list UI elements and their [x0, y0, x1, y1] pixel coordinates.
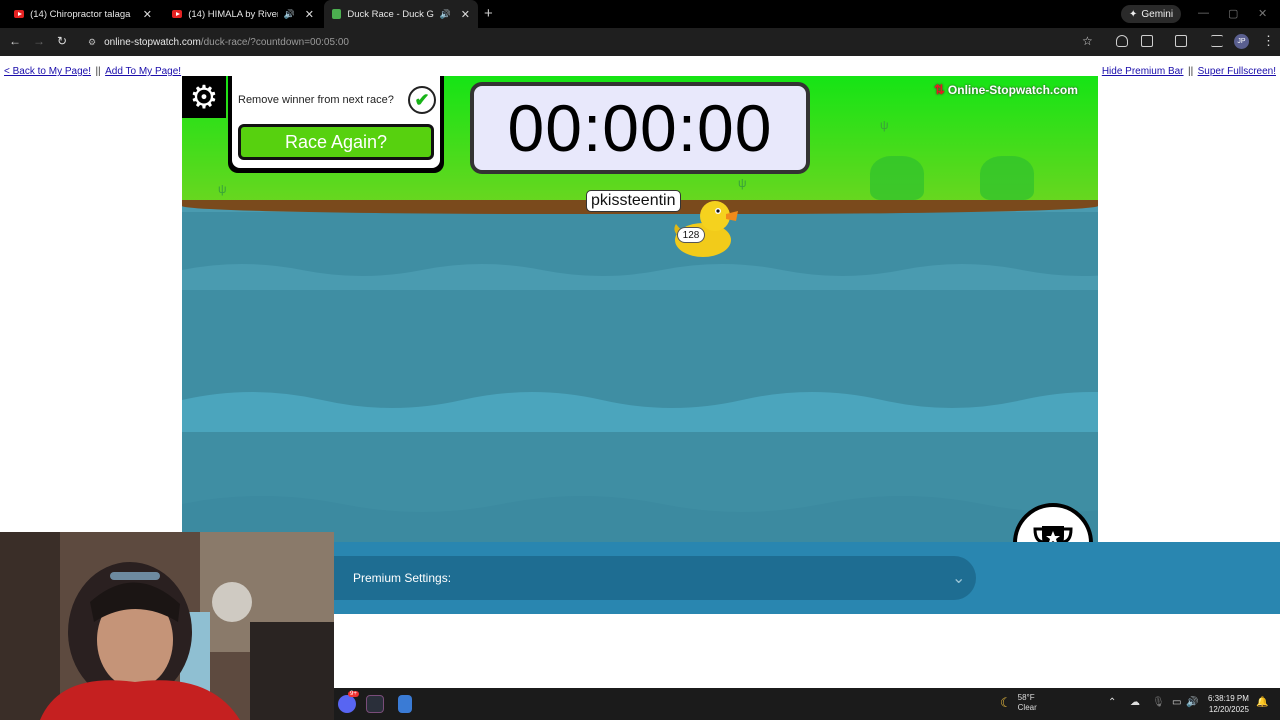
media-icon[interactable] — [1175, 35, 1187, 47]
remove-winner-label: Remove winner from next race? — [238, 94, 394, 106]
top-links-left: < Back to My Page! || Add To My Page! — [4, 61, 181, 79]
reading-list-icon[interactable] — [1211, 35, 1223, 47]
chevron-down-icon[interactable]: ⌄ — [952, 568, 965, 588]
grass-decoration: ψ — [218, 182, 227, 196]
menu-kebab-icon[interactable]: ⋮ — [1262, 33, 1275, 49]
url-path: /duck-race/?countdown=00:05:00 — [200, 37, 349, 48]
super-fullscreen-link[interactable]: Super Fullscreen! — [1198, 66, 1276, 77]
browser-tab-bar: (14) Chiropractor talaga ako bo ✕ (14) H… — [0, 0, 1280, 28]
duck-name-tag: pkissteentin — [586, 190, 681, 212]
webcam-overlay — [0, 532, 334, 720]
tab-duck-race[interactable]: Duck Race - Duck Games 🔊 ✕ — [324, 0, 478, 28]
gemini-button[interactable]: ✦ Gemini — [1121, 5, 1182, 23]
bush-decoration — [870, 156, 924, 200]
speaker-icon[interactable]: 🔊 — [284, 9, 295, 20]
gear-icon: ⚙ — [189, 79, 219, 115]
hide-premium-bar-link[interactable]: Hide Premium Bar — [1102, 66, 1184, 77]
site-favicon-icon — [332, 9, 342, 19]
weather-temp: 58°F — [1017, 693, 1035, 702]
system-clock[interactable]: 6:38:19 PM 12/20/2025 — [1208, 693, 1249, 715]
duck-number-badge: 128 — [677, 227, 705, 243]
tab-title: Duck Race - Duck Games — [347, 8, 434, 20]
sparkle-icon: ✦ — [1129, 8, 1138, 20]
speaker-icon[interactable]: 🔊 — [440, 9, 451, 20]
brand-text: Online-Stopwatch.com — [947, 83, 1078, 97]
network-icon[interactable]: ▭ — [1172, 697, 1181, 708]
link-separator: || — [95, 66, 101, 77]
forward-arrow-icon[interactable]: → — [33, 34, 45, 48]
race-options-inner: Remove winner from next race? ✔ Race Aga… — [232, 76, 440, 168]
wave-band — [182, 392, 1098, 432]
site-info-icon[interactable]: ⚙ — [88, 37, 96, 48]
back-to-my-page-link[interactable]: < Back to My Page! — [4, 66, 91, 77]
profile-avatar[interactable]: JP — [1234, 34, 1249, 49]
close-tab-icon[interactable]: ✕ — [461, 8, 470, 21]
tab-title: (14) Chiropractor talaga ako bo — [30, 8, 133, 20]
reload-icon[interactable]: ↻ — [57, 34, 67, 48]
notepad-icon[interactable] — [398, 695, 412, 713]
extensions-icon[interactable] — [1141, 35, 1153, 47]
top-links-right: Hide Premium Bar || Super Fullscreen! — [1102, 61, 1276, 79]
countdown-timer: 00:00:00 — [470, 82, 810, 174]
microphone-icon[interactable]: 🎙 — [1152, 697, 1165, 708]
premium-settings-toggle[interactable]: Premium Settings: ⌄ — [334, 556, 976, 600]
shield-extension-icon[interactable] — [1116, 35, 1128, 47]
url-host: online-stopwatch.com — [104, 37, 201, 48]
race-options-panel: Remove winner from next race? ✔ Race Aga… — [228, 76, 444, 173]
premium-settings-label: Premium Settings: — [353, 571, 452, 585]
online-stopwatch-logo[interactable]: ⇅ Online-Stopwatch.com — [934, 82, 1078, 98]
minimize-icon[interactable]: — — [1198, 7, 1209, 19]
onedrive-icon[interactable]: ☁ — [1130, 697, 1140, 708]
duck-race-game[interactable]: ψ ψ ψ ⚙ Remove winner from next race? ✔ — [182, 76, 1098, 591]
weather-widget[interactable]: ☾ 58°F Clear — [1000, 693, 1037, 713]
new-tab-icon[interactable]: + — [484, 5, 493, 22]
tab-youtube-1[interactable]: (14) Chiropractor talaga ako bo ✕ — [6, 3, 160, 25]
address-bar[interactable]: ⚙ online-stopwatch.com /duck-race/?count… — [80, 32, 1100, 53]
premium-settings-bar: Premium Settings: ⌄ — [334, 542, 1280, 614]
bookmark-star-icon[interactable]: ☆ — [1082, 34, 1093, 48]
wave-band — [182, 264, 1098, 290]
close-tab-icon[interactable]: ✕ — [143, 8, 152, 21]
remove-winner-checkbox[interactable]: ✔ — [408, 86, 436, 114]
browser-toolbar: ← → ↻ ⚙ online-stopwatch.com /duck-race/… — [0, 28, 1280, 56]
add-to-my-page-link[interactable]: Add To My Page! — [105, 66, 181, 77]
gemini-label: Gemini — [1141, 8, 1174, 20]
volume-icon[interactable]: 🔊 — [1186, 697, 1198, 708]
settings-button[interactable]: ⚙ — [182, 76, 226, 118]
discord-badge: 9+ — [348, 691, 359, 697]
discord-icon[interactable] — [338, 695, 356, 713]
webcam-image — [0, 532, 334, 720]
youtube-icon — [14, 10, 25, 18]
grass-decoration: ψ — [738, 176, 747, 190]
windows-taskbar: 9+ ☾ 58°F Clear ⌃ ☁ 🎙 ▭ 🔊 6:38:19 PM 12/… — [334, 688, 1280, 720]
steam-icon[interactable] — [366, 695, 384, 713]
race-again-button[interactable]: Race Again? — [238, 124, 434, 160]
clock-date: 12/20/2025 — [1208, 705, 1249, 714]
chevron-up-icon[interactable]: ⌃ — [1108, 697, 1116, 708]
weather-desc: Clear — [1017, 703, 1037, 712]
moon-icon: ☾ — [1000, 695, 1012, 710]
window-close-icon[interactable]: ✕ — [1258, 7, 1267, 20]
close-tab-icon[interactable]: ✕ — [305, 8, 314, 21]
maximize-icon[interactable]: ▢ — [1228, 7, 1238, 20]
arrows-logo-icon: ⇅ — [934, 82, 945, 97]
tab-title: (14) HIMALA by Rivermaya — [188, 8, 277, 20]
youtube-icon — [172, 10, 183, 18]
back-arrow-icon[interactable]: ← — [9, 34, 21, 48]
notification-bell-icon[interactable]: 🔔 — [1256, 697, 1268, 708]
tab-youtube-2[interactable]: (14) HIMALA by Rivermaya 🔊 ✕ — [164, 3, 322, 25]
link-separator: || — [1187, 66, 1194, 77]
bush-decoration — [980, 156, 1034, 200]
clock-time: 6:38:19 PM — [1208, 694, 1249, 703]
grass-decoration: ψ — [880, 118, 889, 132]
checkmark-icon: ✔ — [414, 89, 430, 110]
